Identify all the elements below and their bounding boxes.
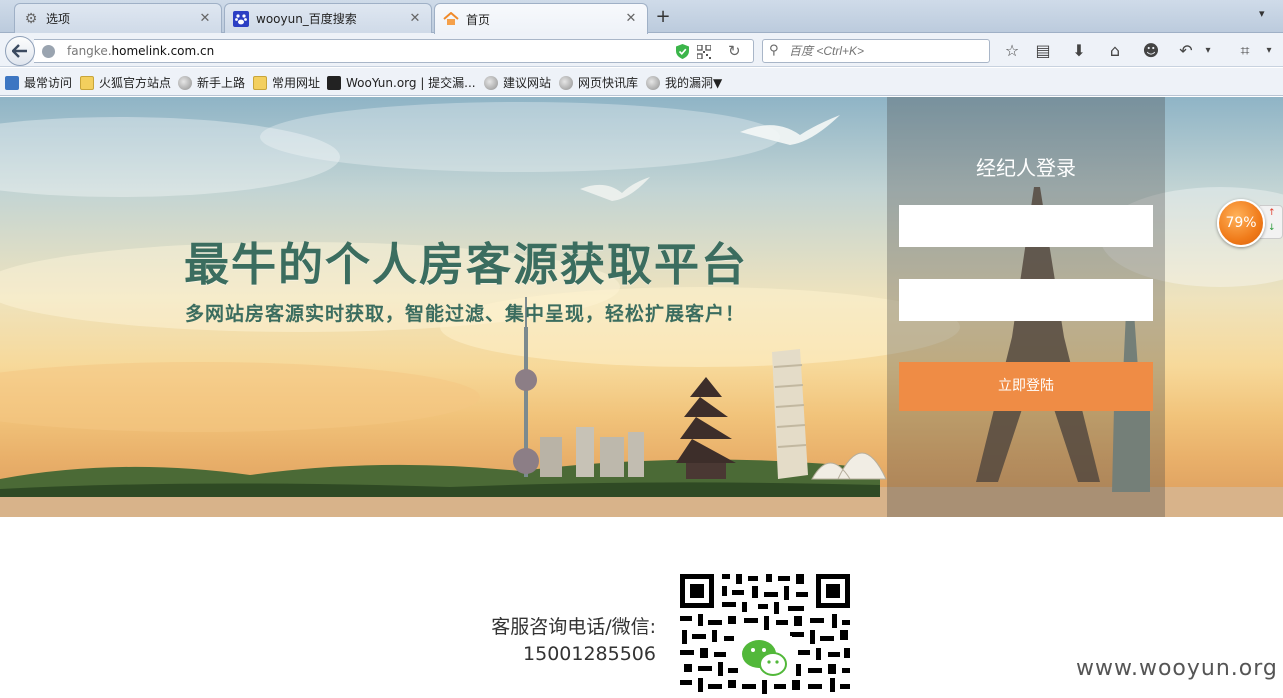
back-button[interactable] (5, 36, 35, 66)
close-icon[interactable]: ✕ (407, 11, 423, 27)
bookmark-label: WooYun.org | 提交漏... (346, 76, 476, 90)
bookmarks-toolbar: 最常访问 火狐官方站点 新手上路 常用网址 WooYun.org | 提交漏..… (0, 68, 1283, 96)
url-text[interactable]: fangke.homelink.com.cn (67, 44, 214, 58)
hero-subtitle: 多网站房客源实时获取，智能过滤、集中呈现，轻松扩展客户！ (185, 303, 746, 325)
hero-title: 最牛的个人房客源获取平台 (184, 238, 749, 291)
login-button[interactable]: 立即登陆 (899, 362, 1153, 411)
wooyun-icon (327, 75, 341, 90)
shield-icon[interactable] (676, 44, 689, 59)
url-bar[interactable]: fangke.homelink.com.cn ↻ (34, 39, 754, 63)
bookmark-item[interactable]: 最常访问 (5, 74, 72, 91)
gear-icon: ⚙ (24, 10, 38, 27)
contact-label: 客服咨询电话/微信: (491, 616, 656, 638)
search-bar[interactable]: ⚲ (762, 39, 990, 63)
bookmark-item[interactable]: 网页快讯库 (559, 74, 638, 91)
bookmark-label: 建议网站 (503, 76, 552, 90)
tab-label: 首页 (466, 12, 491, 27)
bookmark-label: 最常访问 (24, 76, 73, 90)
most-visited-icon (5, 75, 19, 90)
bookmark-label: 网页快讯库 (578, 76, 639, 90)
username-input[interactable] (899, 205, 1153, 247)
qr-code-icon[interactable] (697, 45, 711, 59)
login-title: 经纪人登录 (976, 156, 1076, 180)
globe-icon (559, 75, 573, 90)
network-speed-ball[interactable]: 79% (1217, 199, 1265, 247)
url-subdomain: fangke. (67, 44, 112, 58)
bookmark-item[interactable]: 我的漏洞▼ (646, 74, 722, 91)
tab-label: wooyun_百度搜索 (256, 12, 357, 26)
bookmarks-menu-icon[interactable]: ▤ (1032, 40, 1054, 62)
undo-icon[interactable]: ↶ (1175, 40, 1197, 62)
upload-arrow-icon: ↑ (1268, 208, 1276, 218)
bookmark-label: 常用网址 (272, 76, 321, 90)
bookmark-item[interactable]: 新手上路 (178, 74, 245, 91)
reload-icon[interactable]: ↻ (728, 42, 741, 60)
globe-icon (484, 75, 498, 90)
crop-icon[interactable]: ⌗ (1234, 40, 1256, 62)
search-input[interactable] (789, 44, 979, 58)
folder-icon (253, 75, 267, 90)
tab-home[interactable]: 首页 ✕ (434, 3, 648, 34)
bookmark-label: 新手上路 (197, 76, 246, 90)
bookmark-label: 火狐官方站点 (99, 76, 172, 90)
close-icon[interactable]: ✕ (197, 11, 213, 27)
bookmark-item[interactable]: 火狐官方站点 (80, 74, 171, 91)
download-arrow-icon: ↓ (1268, 223, 1276, 233)
agent-login-panel: 经纪人登录 立即登陆 (887, 97, 1165, 517)
wooyun-watermark: www.wooyun.org (1076, 656, 1278, 681)
hero-banner: 最牛的个人房客源获取平台 多网站房客源实时获取，智能过滤、集中呈现，轻松扩展客户… (0, 97, 1283, 517)
tab-options[interactable]: ⚙ 选项 ✕ (14, 3, 222, 33)
bookmark-star-icon[interactable]: ☆ (1001, 40, 1023, 62)
globe-icon (178, 75, 192, 90)
wechat-logo-icon (738, 636, 792, 678)
wechat-qr-code (678, 572, 852, 698)
new-tab-button[interactable]: + (652, 7, 674, 29)
baidu-paw-icon (233, 10, 249, 27)
password-input[interactable] (899, 279, 1153, 321)
contact-phone: 15001285506 (523, 643, 656, 665)
home-icon[interactable]: ⌂ (1104, 40, 1126, 62)
tab-label: 选项 (46, 12, 71, 26)
bookmark-item[interactable]: WooYun.org | 提交漏... (327, 74, 476, 91)
search-icon: ⚲ (769, 43, 779, 58)
undo-dropdown-icon[interactable]: ▾ (1202, 40, 1214, 62)
chat-icon[interactable]: ☻ (1140, 40, 1162, 62)
tab-list-icon[interactable]: ▾ (1259, 7, 1273, 21)
close-icon[interactable]: ✕ (623, 11, 639, 27)
bookmark-label: 我的漏洞▼ (665, 76, 723, 90)
globe-icon (646, 75, 660, 90)
download-icon[interactable]: ⬇ (1068, 40, 1090, 62)
tab-baidu-search[interactable]: wooyun_百度搜索 ✕ (224, 3, 432, 33)
url-host: homelink.com.cn (111, 44, 215, 58)
bookmark-item[interactable]: 常用网址 (253, 74, 320, 91)
globe-icon (42, 45, 55, 58)
overflow-menu-icon[interactable]: ▾ (1262, 40, 1276, 62)
house-icon (443, 11, 459, 27)
back-arrow-icon (12, 44, 27, 58)
tab-strip: ⚙ 选项 ✕ wooyun_百度搜索 ✕ 首页 ✕ + ▾ (0, 0, 1283, 34)
bookmark-item[interactable]: 建议网站 (484, 74, 551, 91)
navigation-toolbar: fangke.homelink.com.cn ↻ ⚲ ☆ ▤ ⬇ ⌂ ☻ ↶ ▾… (0, 33, 1283, 67)
folder-icon (80, 75, 94, 90)
